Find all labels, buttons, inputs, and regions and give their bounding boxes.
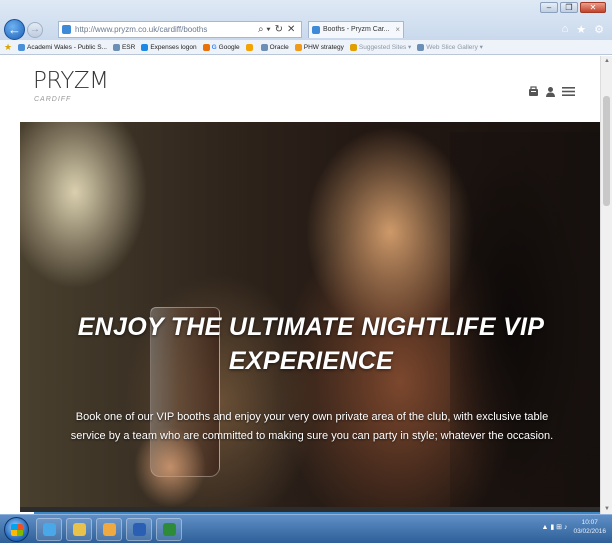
maximize-button[interactable]: ❐ xyxy=(560,2,578,13)
header-icons xyxy=(528,86,575,97)
minimize-button[interactable]: – xyxy=(540,2,558,13)
taskbar-app-explorer[interactable] xyxy=(66,518,92,541)
page-scrollbar[interactable]: ▲ ▼ xyxy=(600,56,612,514)
favorite-label: Suggested Sites ▾ xyxy=(358,44,412,51)
start-button[interactable] xyxy=(4,517,29,542)
address-tools: ⌕ ▾ 🔒 ↻ ✕ xyxy=(258,21,295,38)
window-controls: – ❐ ✕ xyxy=(540,2,606,13)
hero-description-line: Book one of our VIP booths and enjoy you… xyxy=(75,411,549,423)
taskbar-app-ie[interactable] xyxy=(36,518,62,541)
scroll-up-icon[interactable]: ▲ xyxy=(604,58,610,64)
word-icon xyxy=(133,523,146,536)
web-page: PRYZM CARDIFF ENJOY THE ULTIMATE NIGHTLI… xyxy=(0,56,612,514)
favorite-label: Academi Wales - Public S... xyxy=(27,43,107,51)
favorite-label: Oracle xyxy=(269,43,289,51)
forward-button[interactable]: → xyxy=(27,22,43,38)
site-favicon-icon xyxy=(62,25,71,34)
hero-title: ENJOY THE ULTIMATE NIGHTLIFE VIP EXPERIE… xyxy=(20,310,602,378)
favorite-link[interactable]: Academi Wales - Public S... xyxy=(18,43,107,51)
system-tray: ▲ ▮ ⊞ ♪ 10:07 03/02/2016 xyxy=(541,518,606,536)
address-text: http://www.pryzm.co.uk/cardiff/booths xyxy=(75,25,208,34)
tab-close-icon[interactable]: × xyxy=(395,22,400,38)
favorite-favicon-icon xyxy=(245,43,253,51)
clock-date: 03/02/2016 xyxy=(573,528,606,535)
back-button[interactable]: ← xyxy=(4,19,25,40)
clock[interactable]: 10:07 03/02/2016 xyxy=(573,518,606,536)
favorite-favicon-icon xyxy=(349,43,357,51)
paint-icon xyxy=(103,523,116,536)
hero-description-line: service by a team who are committed to m… xyxy=(70,430,554,442)
browser-titlebar: – ❐ ✕ ← → http://www.pryzm.co.uk/cardiff… xyxy=(0,0,612,40)
taskbar-app-excel[interactable] xyxy=(156,518,182,541)
taskbar-app-paint[interactable] xyxy=(96,518,122,541)
refresh-icon[interactable]: ↻ xyxy=(275,21,283,38)
favorite-favicon-icon xyxy=(112,43,120,51)
favorite-prefix: G xyxy=(211,43,217,51)
favorite-favicon-icon xyxy=(417,43,425,51)
hero-description: Book one of our VIP booths and enjoy you… xyxy=(22,408,602,446)
favorite-label: PHW strategy xyxy=(303,43,344,51)
hero-banner: ENJOY THE ULTIMATE NIGHTLIFE VIP EXPERIE… xyxy=(20,122,602,512)
favorite-label: Web Slice Gallery ▾ xyxy=(426,44,483,51)
site-logo[interactable]: PRYZM xyxy=(33,68,109,94)
favorite-link[interactable]: ESR xyxy=(112,43,136,51)
favorites-star-icon[interactable]: ★ xyxy=(4,42,12,53)
hamburger-menu-icon[interactable] xyxy=(562,86,575,97)
favorite-favicon-icon xyxy=(18,43,25,51)
tray-icons[interactable]: ▲ ▮ ⊞ ♪ xyxy=(541,523,567,531)
user-icon[interactable] xyxy=(545,86,556,97)
hero-title-line: ENJOY THE ULTIMATE NIGHTLIFE VIP xyxy=(77,313,545,341)
ticket-basket-icon[interactable] xyxy=(528,86,539,97)
home-icon[interactable]: ⌂ xyxy=(562,23,569,36)
gear-icon[interactable]: ⚙ xyxy=(594,23,604,36)
favorite-link[interactable]: Web Slice Gallery ▾ xyxy=(417,43,483,51)
favorite-favicon-icon xyxy=(294,43,302,51)
browser-toolbar-icons: ⌂ ★ ⚙ xyxy=(562,23,604,36)
favorite-link[interactable]: G Google xyxy=(202,43,240,51)
favorite-favicon-icon xyxy=(202,43,210,51)
arrow-right-icon: → xyxy=(30,24,40,35)
favorite-label: Expenses logon xyxy=(150,43,197,51)
favorites-bar: ★ Academi Wales - Public S... ESR Expenses… xyxy=(0,40,612,55)
tab-favicon-icon xyxy=(312,26,320,34)
search-dropdown-icon[interactable]: ⌕ ▾ xyxy=(258,21,271,38)
clock-time: 10:07 xyxy=(581,519,598,526)
favorite-favicon-icon xyxy=(141,43,149,51)
favorite-link[interactable]: Expenses logon xyxy=(141,43,197,51)
scroll-down-icon[interactable]: ▼ xyxy=(604,506,610,512)
close-window-button[interactable]: ✕ xyxy=(580,2,606,13)
arrow-left-icon: ← xyxy=(8,22,21,37)
excel-icon xyxy=(163,523,176,536)
hero-title-line: EXPERIENCE xyxy=(228,347,394,375)
windows-logo-icon xyxy=(11,524,23,536)
taskbar-app-word[interactable] xyxy=(126,518,152,541)
favorite-link[interactable]: Suggested Sites ▾ xyxy=(349,43,412,51)
favorite-label: ESR xyxy=(121,43,136,51)
favorite-favicon-icon xyxy=(260,43,268,51)
stop-icon[interactable]: ✕ xyxy=(287,21,295,38)
favorites-star-icon[interactable]: ★ xyxy=(576,23,586,36)
tab-booths[interactable]: Booths - Pryzm Car... × xyxy=(308,21,404,38)
site-header: PRYZM CARDIFF xyxy=(0,56,600,122)
favorites-list: Academi Wales - Public S... ESR Expenses l… xyxy=(18,43,483,51)
favorite-label: Google xyxy=(218,43,240,51)
windows-taskbar: ▲ ▮ ⊞ ♪ 10:07 03/02/2016 xyxy=(0,514,612,543)
explorer-icon xyxy=(73,523,86,536)
favorite-link[interactable]: PHW strategy xyxy=(294,43,344,51)
favorite-link[interactable] xyxy=(245,43,255,51)
tab-title: Booths - Pryzm Car... xyxy=(323,26,390,33)
scroll-thumb[interactable] xyxy=(603,96,610,206)
favorite-link[interactable]: Oracle xyxy=(260,43,289,51)
site-logo-subtitle: CARDIFF xyxy=(34,96,72,103)
ie-icon xyxy=(43,523,56,536)
